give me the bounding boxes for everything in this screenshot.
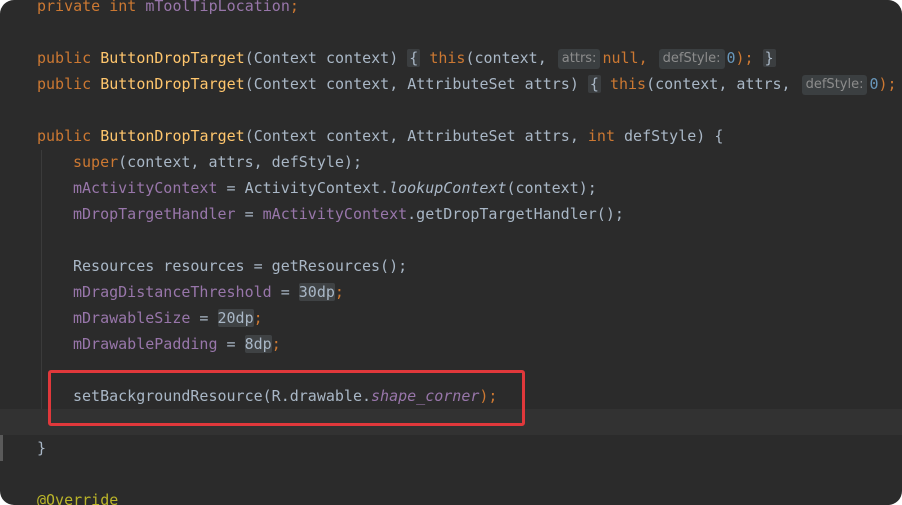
code-line[interactable]: public ButtonDropTarget(Context context,…: [0, 123, 902, 149]
code-line[interactable]: private int mToolTipLocation;: [0, 0, 902, 19]
code-line[interactable]: Resources resources = getResources();: [0, 253, 902, 279]
code-line[interactable]: mDrawablePadding = 8dp;: [0, 331, 902, 357]
parameters: defStyle) {: [614, 127, 724, 145]
folded-dimension[interactable]: 20dp: [217, 309, 254, 327]
folded-brace[interactable]: {: [407, 49, 421, 67]
statement: Resources resources = getResources();: [73, 257, 408, 275]
semicolon: ;: [334, 283, 344, 301]
field-name: mDropTargetHandler: [73, 205, 236, 223]
closing-brace: }: [37, 439, 47, 457]
constructor-name: ButtonDropTarget: [100, 49, 245, 67]
folded-dimension[interactable]: 30dp: [298, 283, 335, 301]
number-literal: 0: [726, 49, 736, 67]
number-literal: 0: [869, 75, 879, 93]
parameter-hint: defStyle:: [801, 75, 868, 95]
highlight-box: [48, 370, 525, 426]
code-line[interactable]: mDrawableSize = 20dp;: [0, 305, 902, 331]
parameters: (Context context, AttributeSet attrs,: [244, 127, 588, 145]
keyword: int: [587, 127, 615, 145]
keyword: public: [37, 75, 101, 93]
close-paren: );: [735, 49, 763, 67]
code-line[interactable]: }: [0, 435, 902, 461]
code-line[interactable]: super(context, attrs, defStyle);: [0, 149, 902, 175]
field-name: mActivityContext: [73, 179, 218, 197]
code-editor[interactable]: private int mToolTipLocation; public But…: [0, 0, 902, 505]
semicolon: ;: [289, 0, 299, 15]
static-method-call: lookupContext: [389, 179, 507, 197]
assignment: =: [217, 335, 245, 353]
constructor-name: ButtonDropTarget: [100, 75, 245, 93]
code-line[interactable]: @Override: [0, 487, 902, 505]
keyword: this: [429, 49, 466, 67]
keyword: super: [73, 153, 119, 171]
method-call: .getDropTargetHandler();: [407, 205, 624, 223]
field-name: mDrawableSize: [73, 309, 191, 327]
semicolon: ;: [271, 335, 281, 353]
annotation: @Override: [37, 491, 119, 505]
parameter-hint: attrs:: [557, 49, 601, 69]
field-name: mDragDistanceThreshold: [73, 283, 272, 301]
null-literal: null: [602, 49, 639, 67]
parameters: (Context context, AttributeSet attrs): [244, 75, 588, 93]
assignment: =: [271, 283, 299, 301]
assignment: =: [235, 205, 263, 223]
close-paren: );: [878, 75, 897, 93]
parameter-hint: defStyle:: [658, 49, 725, 69]
assignment: =: [190, 309, 218, 327]
code-line[interactable]: public ButtonDropTarget(Context context,…: [0, 71, 902, 97]
arguments: (context);: [506, 179, 597, 197]
field-name: mToolTipLocation: [145, 0, 290, 15]
keyword: this: [609, 75, 647, 93]
code-line[interactable]: public ButtonDropTarget(Context context)…: [0, 45, 902, 71]
folded-brace[interactable]: {: [587, 75, 601, 93]
comma: ,: [638, 49, 657, 67]
keyword: private int: [37, 0, 146, 15]
field-name: mDrawablePadding: [73, 335, 218, 353]
constructor-name: ButtonDropTarget: [100, 127, 245, 145]
code-line[interactable]: mActivityContext = ActivityContext.looku…: [0, 175, 902, 201]
field-name: mActivityContext: [262, 205, 408, 223]
arguments: (context,: [465, 49, 556, 67]
arguments: (context, attrs, defStyle);: [118, 153, 362, 171]
keyword: public: [37, 49, 101, 67]
code-line[interactable]: mDropTargetHandler = mActivityContext.ge…: [0, 201, 902, 227]
folded-dimension[interactable]: 8dp: [244, 335, 272, 353]
folded-brace[interactable]: }: [762, 49, 776, 67]
arguments: (context, attrs,: [646, 75, 800, 93]
keyword: public: [37, 127, 101, 145]
parameters: (Context context): [244, 49, 408, 67]
semicolon: ;: [253, 309, 263, 327]
assignment: = ActivityContext.: [217, 179, 390, 197]
code-line[interactable]: mDragDistanceThreshold = 30dp;: [0, 279, 902, 305]
